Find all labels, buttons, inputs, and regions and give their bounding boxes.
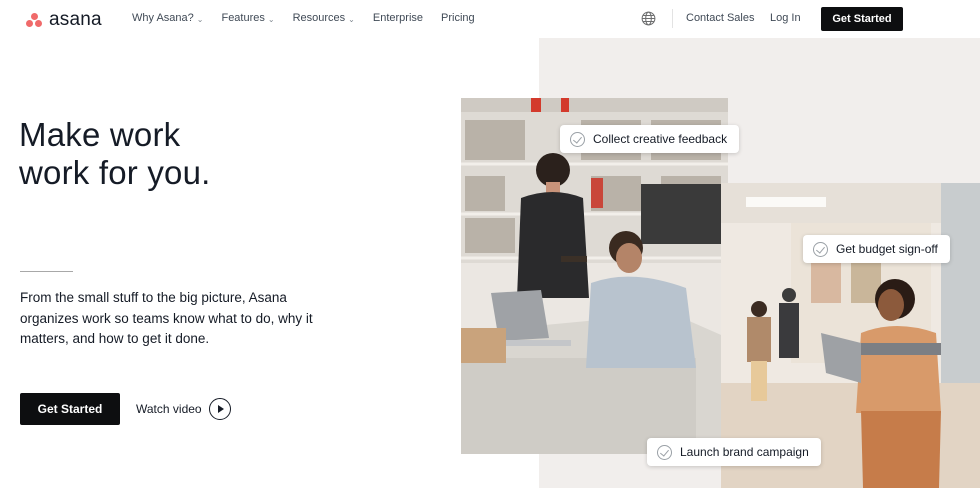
nav-divider <box>672 9 673 28</box>
task-pill-launch-campaign: Launch brand campaign <box>647 438 821 466</box>
play-icon <box>208 398 231 420</box>
top-navigation: asana Why Asana? ⌄ Features ⌄ Resources ⌄ E… <box>0 0 980 38</box>
chevron-down-icon: ⌄ <box>348 14 355 24</box>
headline-line-1: Make work <box>19 116 181 153</box>
globe-icon[interactable] <box>641 11 656 26</box>
nav-link-label: Features <box>221 12 265 24</box>
nav-link-label: Why Asana? <box>132 12 194 24</box>
nav-link-label: Pricing <box>441 12 475 24</box>
nav-get-started-button[interactable]: Get Started <box>821 7 903 31</box>
login-link[interactable]: Log In <box>770 12 801 24</box>
chevron-down-icon: ⌄ <box>196 14 204 24</box>
nav-link-enterprise[interactable]: Enterprise <box>373 12 423 24</box>
task-pill-budget-signoff: Get budget sign-off <box>803 235 950 263</box>
divider-rule <box>20 271 73 272</box>
check-circle-icon <box>813 241 828 257</box>
task-label: Launch brand campaign <box>680 445 809 459</box>
nav-link-pricing[interactable]: Pricing <box>441 12 475 24</box>
hero-subtext: From the small stuff to the big picture,… <box>20 290 313 346</box>
nav-link-features[interactable]: Features ⌄ <box>221 12 274 24</box>
brand-name: asana <box>49 9 102 30</box>
nav-link-resources[interactable]: Resources ⌄ <box>293 12 355 24</box>
check-circle-icon <box>570 131 585 147</box>
asana-logo[interactable]: asana <box>25 9 102 31</box>
asana-dots-icon <box>25 12 43 28</box>
hero-headline: Make work work for you. <box>19 116 211 192</box>
chevron-down-icon: ⌄ <box>267 14 275 24</box>
contact-sales-link[interactable]: Contact Sales <box>686 12 754 24</box>
hero-get-started-button[interactable]: Get Started <box>20 393 120 425</box>
nav-link-why-asana[interactable]: Why Asana? ⌄ <box>132 12 203 24</box>
nav-links: Why Asana? ⌄ Features ⌄ Resources ⌄ Enterpr… <box>132 12 475 24</box>
task-label: Get budget sign-off <box>836 242 938 256</box>
headline-line-2: work for you. <box>19 154 211 191</box>
nav-link-label: Enterprise <box>372 12 424 24</box>
watch-video-button[interactable]: Watch video <box>136 398 231 420</box>
task-label: Collect creative feedback <box>593 132 728 146</box>
watch-video-label: Watch video <box>136 402 202 416</box>
task-pill-collect-feedback: Collect creative feedback <box>560 125 740 153</box>
check-circle-icon <box>657 444 672 460</box>
nav-link-label: Resources <box>292 12 346 24</box>
